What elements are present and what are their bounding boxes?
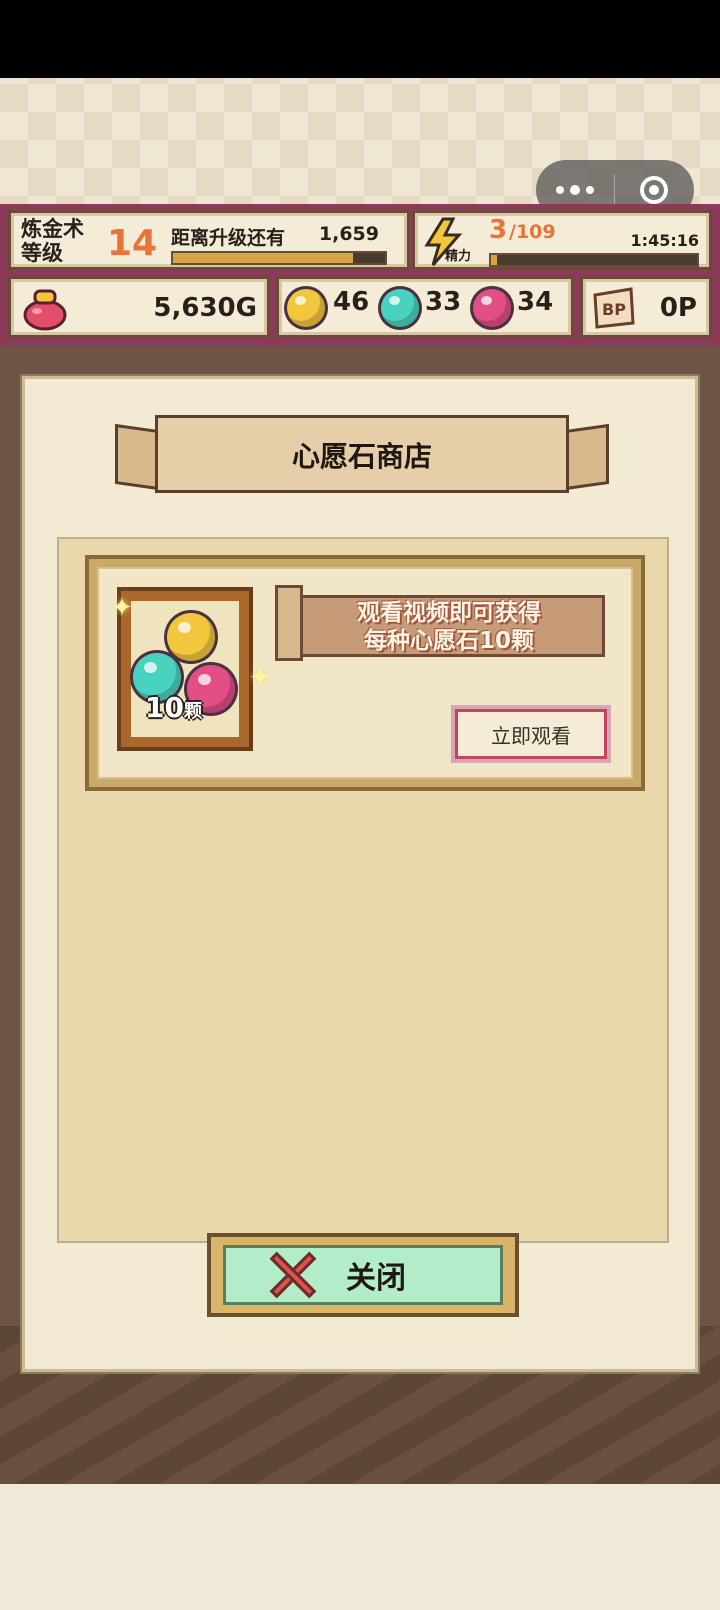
offer-line-2: 每种心愿石10颗	[363, 628, 534, 654]
energy-panel[interactable]: 精力 3 /109 1:45:16	[412, 210, 712, 270]
sparkle-icon: ✦	[111, 593, 133, 623]
bp-ticket-icon: BP	[593, 287, 635, 329]
exp-label: 距离升级还有	[171, 227, 286, 249]
bp-value: 0P	[659, 293, 697, 323]
sparkle-icon: ✦	[249, 663, 271, 693]
pink-orb-icon	[473, 289, 511, 327]
pink-orb-count: 34	[517, 287, 554, 317]
yellow-orb-icon	[287, 289, 325, 327]
level-value: 14	[107, 223, 158, 264]
energy-current: 3	[489, 215, 508, 245]
alchemy-level-panel[interactable]: 炼金术 等级 14 距离升级还有 1,659	[8, 210, 410, 270]
bp-panel[interactable]: BP 0P	[580, 276, 712, 338]
energy-timer: 1:45:16	[630, 231, 699, 250]
status-bar	[0, 0, 720, 78]
shop-content-area: 10颗 ✦ ✦ 观看视频即可获得 每种心愿石10颗 立即观看	[57, 537, 669, 1243]
wish-stone-pack-frame: 10颗	[117, 587, 253, 751]
green-orb-icon	[381, 289, 419, 327]
wish-stone-shop-dialog: 心愿石商店 10颗 ✦ ✦ 观看视频即可获得 每种心愿石10颗 立即观看 关闭	[22, 376, 698, 1372]
pack-count-unit: 颗	[183, 701, 202, 722]
bottom-safe-area	[0, 1484, 720, 1610]
green-orb-count: 33	[425, 287, 462, 317]
bp-ticket-text: BP	[602, 300, 626, 319]
gold-value: 5,630G	[153, 293, 257, 323]
close-label: 关闭	[346, 1261, 406, 1296]
energy-progress-bar	[489, 253, 699, 267]
exp-progress-bar	[171, 251, 387, 265]
pack-yellow-orb-icon	[167, 613, 215, 661]
wish-stone-panel[interactable]: 46 33 34	[276, 276, 574, 338]
offer-ribbon: 观看视频即可获得 每种心愿石10颗	[275, 585, 605, 661]
gold-panel[interactable]: 5,630G	[8, 276, 270, 338]
exp-value: 1,659	[318, 223, 379, 245]
offer-description: 观看视频即可获得 每种心愿石10颗	[299, 599, 599, 655]
pack-count-number: 10	[145, 691, 184, 724]
coin-pouch-icon	[23, 289, 67, 331]
close-button[interactable]: 关闭	[207, 1233, 519, 1317]
dialog-title: 心愿石商店	[291, 440, 432, 473]
watch-now-button[interactable]: 立即观看	[451, 705, 611, 763]
energy-max: /109	[509, 221, 556, 243]
title-scroll-banner: 心愿石商店	[115, 407, 609, 503]
pack-count-label: 10颗	[145, 691, 202, 724]
top-hud: 炼金术 等级 14 距离升级还有 1,659 精力 3 /109 1:45:16…	[0, 204, 720, 346]
offer-line-1: 观看视频即可获得	[357, 600, 541, 626]
energy-tag: 精力	[445, 249, 472, 264]
close-x-icon	[268, 1251, 316, 1299]
yellow-orb-count: 46	[333, 287, 370, 317]
level-label: 炼金术 等级	[21, 217, 84, 265]
video-offer-card: 10颗 ✦ ✦ 观看视频即可获得 每种心愿石10颗 立即观看	[85, 555, 645, 791]
